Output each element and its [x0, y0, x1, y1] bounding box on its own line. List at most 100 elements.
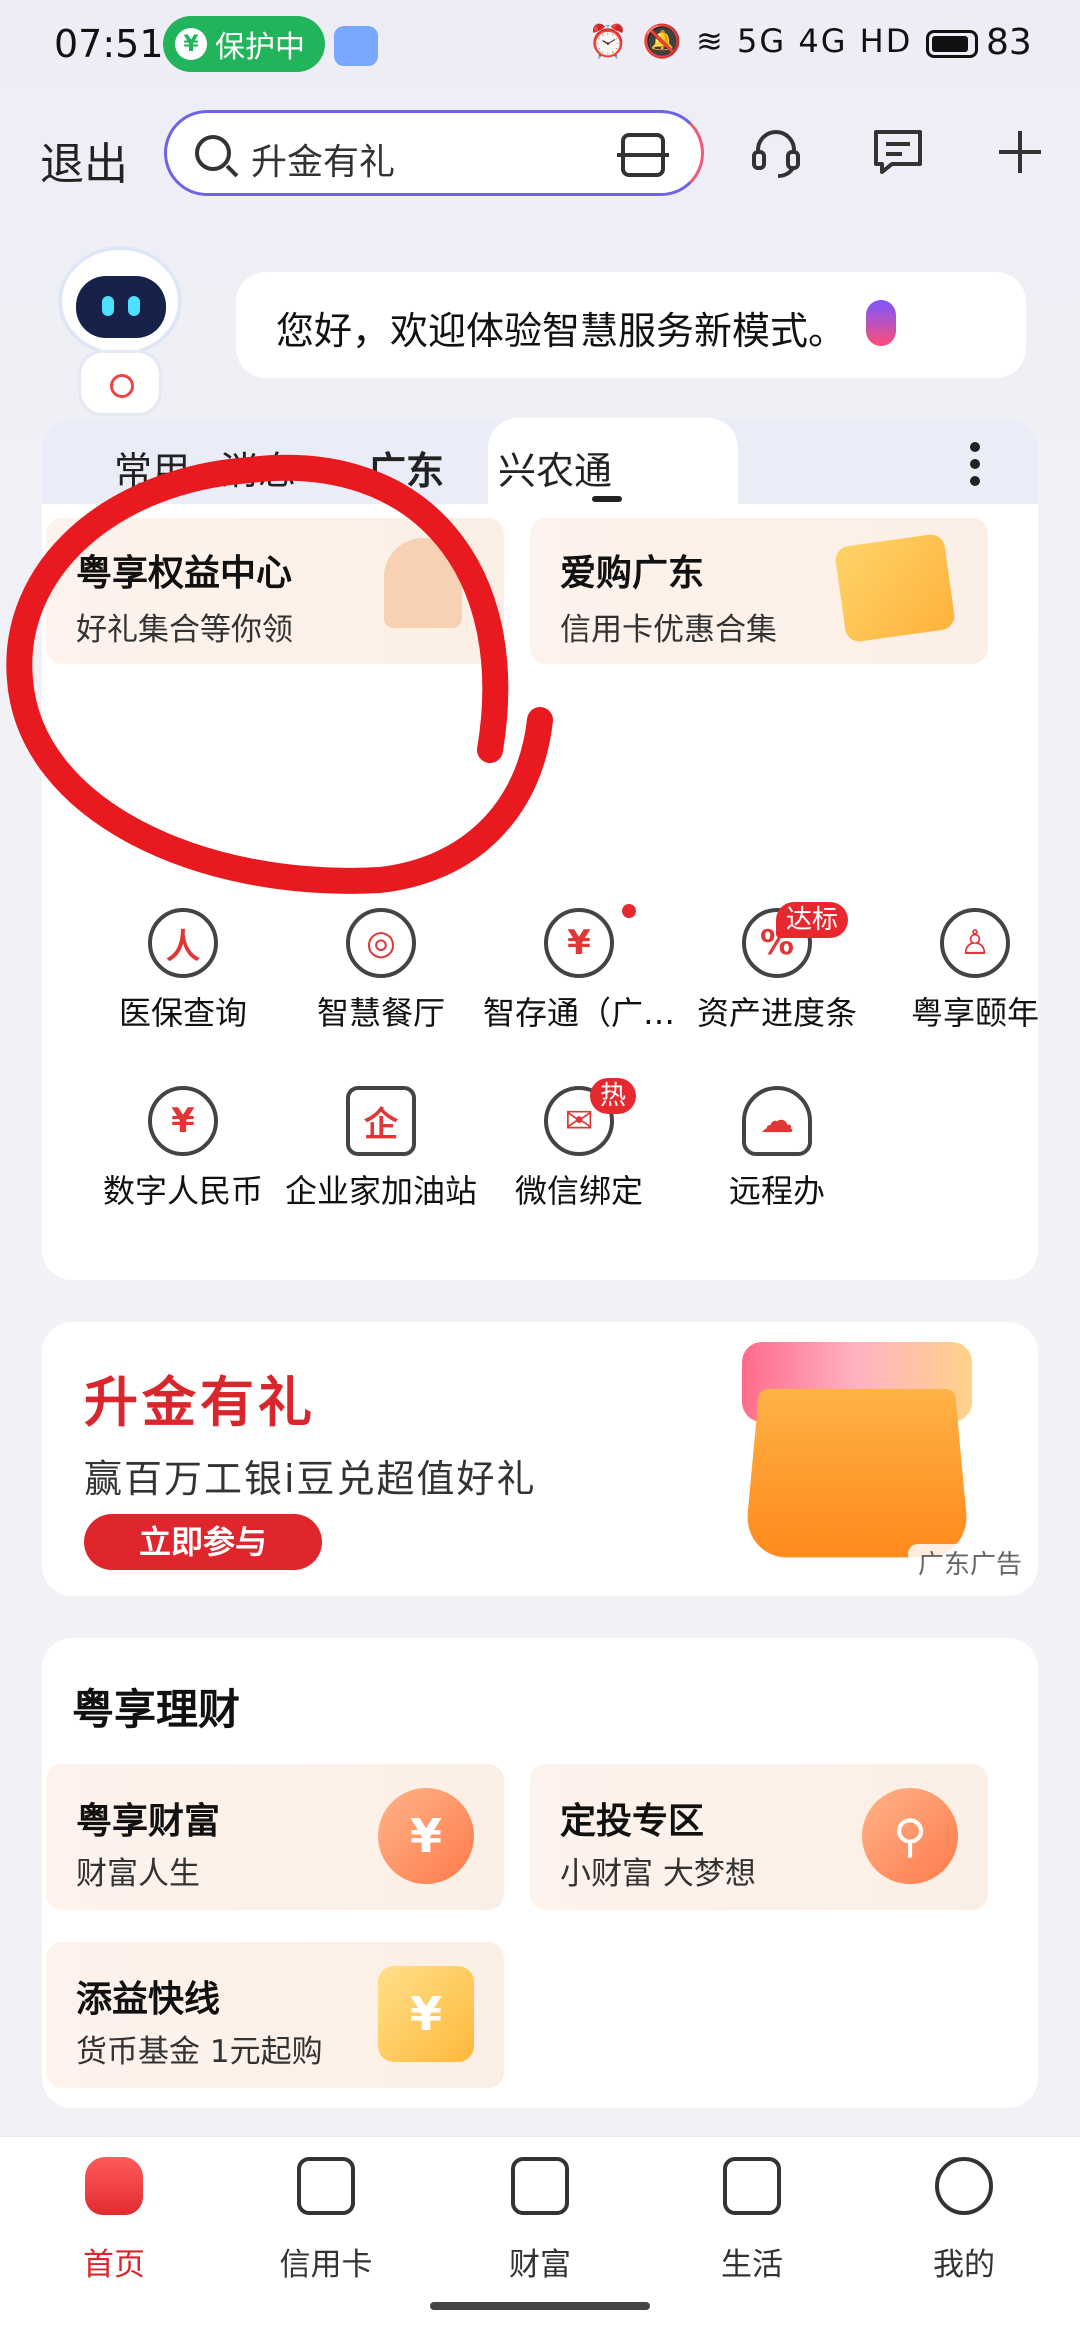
service-label: 粤享颐年 [910, 994, 1038, 1032]
service-wechat-binding[interactable]: ✉ 热 微信绑定 [494, 1078, 664, 1210]
tab-messages[interactable]: 消息 [220, 440, 296, 495]
microphone-icon[interactable] [866, 300, 896, 346]
shield-icon: ¥ [175, 28, 207, 60]
status-bar: 07:51 ¥ 保护中 ⏰ 🔕 ≋ 5G 4G HD 83 [0, 0, 1080, 92]
banner-subtitle: 赢百万工银i豆兑超值好礼 [84, 1457, 537, 1501]
card-subtitle: 小财富 大梦想 [560, 1856, 756, 1892]
enterprise-briefcase-icon: 企 [346, 1086, 416, 1156]
service-label: 智存通（广… [482, 994, 675, 1032]
service-smart-restaurant[interactable]: ◎ 智慧餐厅 [296, 908, 466, 1032]
restaurant-icon: ◎ [346, 908, 416, 978]
search-input[interactable]: 升金有礼 [251, 133, 395, 185]
nav-label: 我的 [933, 2247, 995, 2283]
nav-credit-card[interactable]: 信用卡 [246, 2157, 406, 2283]
service-remote-office[interactable]: ☁ 远程办 [692, 1086, 862, 1210]
ad-label: 广东广告 [908, 1544, 1032, 1586]
service-label: 数字人民币 [102, 1172, 263, 1210]
search-icon [195, 135, 231, 171]
magnifier-icon: ⚲ [862, 1788, 958, 1884]
nav-label: 生活 [721, 2247, 783, 2283]
hot-tag: 热 [590, 1078, 637, 1114]
wealth-card-tianyi[interactable]: 添益快线 货币基金 1元起购 ¥ [46, 1942, 504, 2088]
tulip-money-icon: ¥ [544, 908, 614, 978]
service-label: 医保查询 [118, 994, 247, 1032]
service-label: 企业家加油站 [284, 1172, 477, 1210]
qualified-tag: 达标 [776, 902, 849, 938]
protect-badge[interactable]: ¥ 保护中 [163, 16, 325, 72]
wealth-card-yuexiang[interactable]: 粤享财富 财富人生 ¥ [46, 1764, 504, 1910]
wealth-card-fixed-investment[interactable]: 定投专区 小财富 大梦想 ⚲ [530, 1764, 988, 1910]
cloud-icon: ☁ [742, 1086, 812, 1156]
service-label: 资产进度条 [696, 994, 857, 1032]
nav-label: 信用卡 [279, 2247, 373, 2283]
active-tab-indicator [592, 496, 622, 502]
logout-button[interactable]: 退出 [40, 128, 128, 192]
promo-banner[interactable]: 升金有礼 赢百万工银i豆兑超值好礼 立即参与 广东广告 [42, 1322, 1038, 1596]
headset-icon[interactable] [746, 122, 806, 182]
service-label: 微信绑定 [514, 1172, 643, 1210]
family-icon: 人 [148, 908, 218, 978]
battery-level: 83 [986, 22, 1032, 63]
promo-title: 爱购广东 [560, 553, 705, 594]
nav-home[interactable]: 首页 [34, 2157, 194, 2283]
notification-dot [622, 904, 636, 918]
robot-assistant-avatar[interactable] [48, 246, 208, 416]
banner-title: 升金有礼 [84, 1371, 316, 1434]
promo-shop-guangdong[interactable]: 爱购广东 信用卡优惠合集 [530, 518, 988, 664]
promo-subtitle: 好礼集合等你领 [76, 612, 293, 648]
scan-icon[interactable] [617, 133, 669, 177]
card-title: 添益快线 [76, 1979, 221, 2020]
nav-label: 首页 [83, 2247, 145, 2283]
battery-icon [926, 30, 978, 58]
card-subtitle: 货币基金 1元起购 [76, 2034, 323, 2070]
service-label: 远程办 [728, 1172, 825, 1210]
add-icon[interactable] [990, 122, 1050, 182]
tab-common[interactable]: 常用 [114, 440, 190, 495]
tab-guangdong[interactable]: 广东 [368, 440, 444, 495]
tab-xingnongtong[interactable]: 兴农通 [498, 440, 612, 495]
card-title: 定投专区 [560, 1801, 705, 1842]
status-time: 07:51 [54, 22, 164, 66]
search-bar[interactable]: 升金有礼 [164, 110, 704, 196]
money-bag-icon: ¥ [378, 1788, 474, 1884]
section-title: 粤享理财 [72, 1685, 241, 1734]
wealth-section: 粤享理财 粤享财富 财富人生 ¥ 定投专区 小财富 大梦想 ⚲ 添益快线 货币基… [42, 1638, 1038, 2108]
protect-label: 保护中 [215, 30, 305, 65]
ticket-icon: ¥ [378, 1966, 474, 2062]
smiley-icon [935, 2157, 993, 2215]
home-icon [85, 2157, 143, 2215]
home-indicator [430, 2302, 650, 2310]
service-smart-deposit[interactable]: ¥ 智存通（广… [483, 904, 675, 1032]
greeting-text: 您好，欢迎体验智慧服务新模式。 [276, 309, 847, 353]
service-entrepreneur-station[interactable]: 企 企业家加油站 [285, 1086, 477, 1210]
nav-label: 财富 [509, 2247, 571, 2283]
status-icons: ⏰ 🔕 ≋ 5G 4G HD [588, 22, 913, 60]
services-card: 常用 消息 广东 兴农通 粤享权益中心 好礼集合等你领 爱购广东 信用卡优惠合集… [42, 418, 1038, 1280]
promo-title: 粤享权益中心 [76, 553, 293, 594]
trend-chart-icon [511, 2157, 569, 2215]
service-digital-rmb[interactable]: ¥ 数字人民币 [98, 1086, 268, 1210]
card-title: 粤享财富 [76, 1801, 221, 1842]
nav-profile[interactable]: 我的 [884, 2157, 1044, 2283]
elder-card-icon: ♙ [940, 908, 1010, 978]
gift-box-icon [833, 532, 957, 644]
shopping-basket-icon [743, 1389, 971, 1558]
clipboard-icon [334, 26, 378, 66]
more-icon[interactable] [970, 442, 982, 486]
promo-subtitle: 信用卡优惠合集 [560, 612, 777, 648]
yuan-coin-icon: ¥ [148, 1086, 218, 1156]
service-medical-insurance[interactable]: 人 医保查询 [98, 908, 268, 1032]
nav-life[interactable]: 生活 [672, 2157, 832, 2283]
ticket-icon [723, 2157, 781, 2215]
service-label: 智慧餐厅 [316, 994, 445, 1032]
join-now-button[interactable]: 立即参与 [84, 1514, 322, 1570]
service-asset-progress[interactable]: % 达标 资产进度条 [692, 902, 862, 1032]
promo-rights-center[interactable]: 粤享权益中心 好礼集合等你领 [46, 518, 504, 664]
nav-wealth[interactable]: 财富 [460, 2157, 620, 2283]
credit-card-icon [297, 2157, 355, 2215]
trophy-icon [384, 538, 462, 628]
service-elderly-care[interactable]: ♙ 粤享颐年 [890, 908, 1038, 1032]
card-subtitle: 财富人生 [76, 1856, 200, 1892]
assistant-greeting-bubble[interactable]: 您好，欢迎体验智慧服务新模式。 [236, 272, 1026, 378]
message-icon[interactable] [868, 122, 928, 182]
